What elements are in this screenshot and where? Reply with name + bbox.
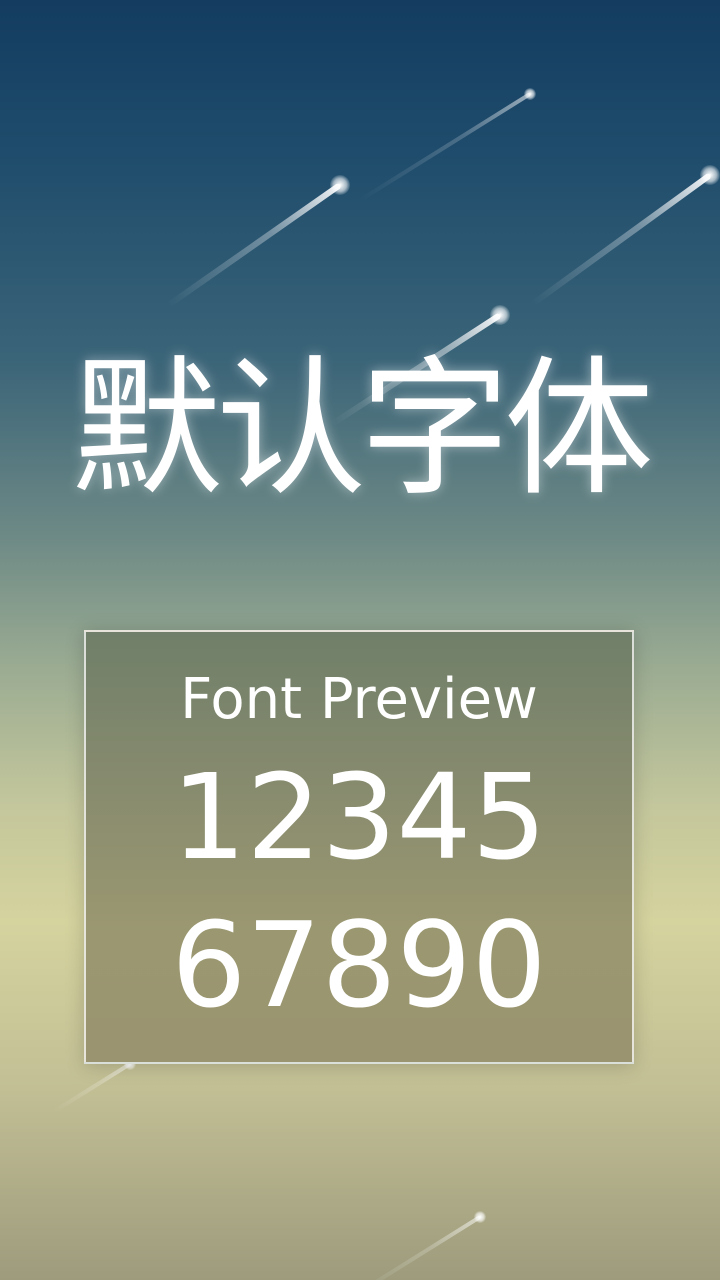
meteor-2 xyxy=(359,92,532,202)
meteor-1 xyxy=(166,182,342,308)
screen-title: 默认字体 xyxy=(71,343,654,517)
meteor-6 xyxy=(52,1062,132,1114)
preview-label: Font Preview xyxy=(180,667,538,732)
font-preview-card: Font Preview 12345 67890 xyxy=(84,630,634,1064)
preview-digits-line-1: 12345 xyxy=(171,748,547,886)
meteor-7 xyxy=(351,1215,482,1280)
meteor-3 xyxy=(530,172,712,307)
preview-digits-line-2: 67890 xyxy=(171,896,547,1034)
